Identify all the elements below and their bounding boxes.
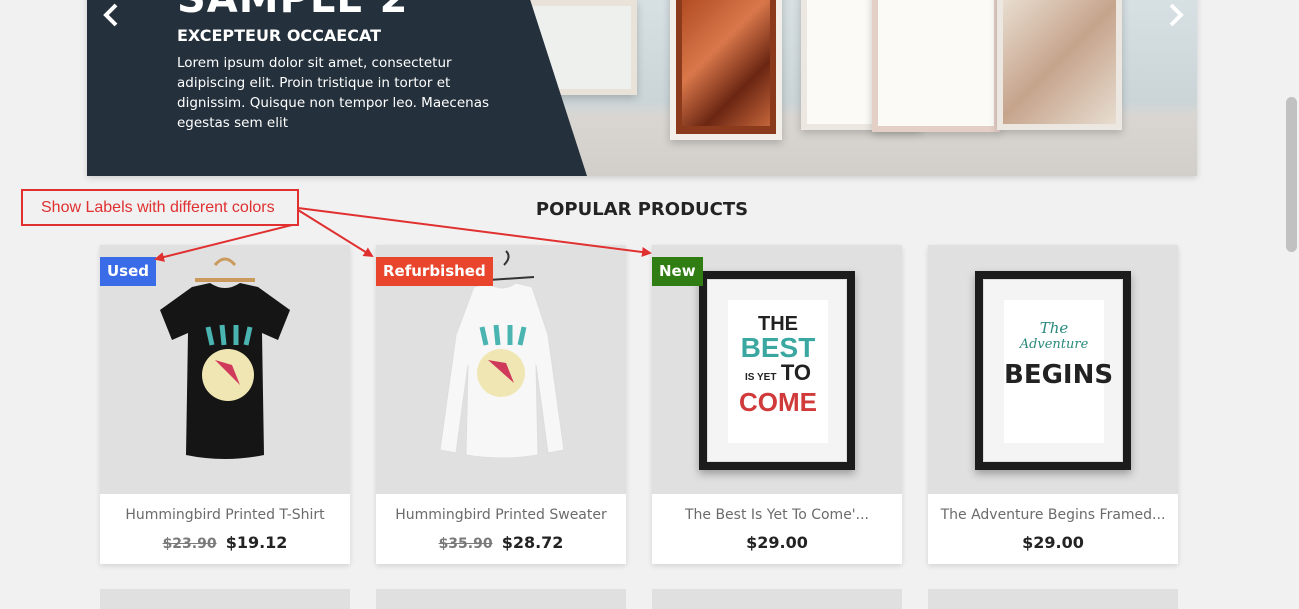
product-name[interactable]: Hummingbird Printed Sweater: [376, 507, 626, 523]
product-name[interactable]: Hummingbird Printed T-Shirt: [100, 507, 350, 523]
product-name[interactable]: The Best Is Yet To Come'...: [652, 507, 902, 523]
hero-subtitle: EXCEPTEUR OCCAECAT: [177, 26, 382, 45]
refurbished-badge: Refurbished: [376, 257, 493, 286]
poster-text: IS YET: [744, 372, 777, 383]
product-prices: $23.90 $19.12: [100, 533, 350, 552]
price: $29.00: [746, 533, 808, 552]
scrollbar-thumb[interactable]: [1286, 97, 1297, 252]
chevron-right-icon[interactable]: [1160, 0, 1190, 30]
product-card[interactable]: Used Hummingbird Printed T-Shirt $23.90 …: [100, 245, 350, 564]
price: $29.00: [1022, 533, 1084, 552]
product-prices: $29.00: [652, 533, 902, 552]
sale-price: $19.12: [225, 533, 288, 552]
poster-text: Adventure: [1019, 337, 1089, 352]
new-badge: New: [652, 257, 703, 286]
product-card[interactable]: Refurbished Hummingbird Printed Sweater …: [376, 245, 626, 564]
product-prices: $35.90 $28.72: [376, 533, 626, 552]
product-card[interactable]: THE BEST IS YET TO COME New The Best Is …: [652, 245, 902, 564]
hero-description: Lorem ipsum dolor sit amet, consectetur …: [177, 55, 489, 131]
product-card[interactable]: [928, 589, 1178, 609]
product-image[interactable]: The Adventure BEGINS: [928, 245, 1178, 494]
chevron-left-icon[interactable]: [97, 0, 127, 30]
product-card[interactable]: [100, 589, 350, 609]
used-badge: Used: [100, 257, 157, 286]
hero-title: SAMPLE 2: [177, 0, 408, 22]
product-prices: $29.00: [928, 533, 1178, 552]
page: SAMPLE 2 EXCEPTEUR OCCAECAT Lorem ipsum …: [0, 0, 1299, 609]
product-card[interactable]: [376, 589, 626, 609]
hero-slider[interactable]: SAMPLE 2 EXCEPTEUR OCCAECAT Lorem ipsum …: [87, 0, 1197, 176]
regular-price: $35.90: [438, 536, 493, 552]
poster-text: COME: [739, 387, 817, 417]
poster-text: The: [1039, 319, 1069, 337]
scrollbar[interactable]: [1284, 0, 1299, 609]
regular-price: $23.90: [162, 536, 217, 552]
poster-text: BEST: [740, 332, 816, 363]
annotation-callout: Show Labels with different colors: [21, 189, 299, 226]
poster-text: THE: [758, 313, 798, 335]
product-name[interactable]: The Adventure Begins Framed...: [928, 507, 1178, 523]
poster-text: BEGINS: [1004, 360, 1114, 390]
sale-price: $28.72: [501, 533, 564, 552]
product-card[interactable]: [652, 589, 902, 609]
poster-text: TO: [780, 360, 812, 385]
product-card[interactable]: The Adventure BEGINS The Adventure Begin…: [928, 245, 1178, 564]
